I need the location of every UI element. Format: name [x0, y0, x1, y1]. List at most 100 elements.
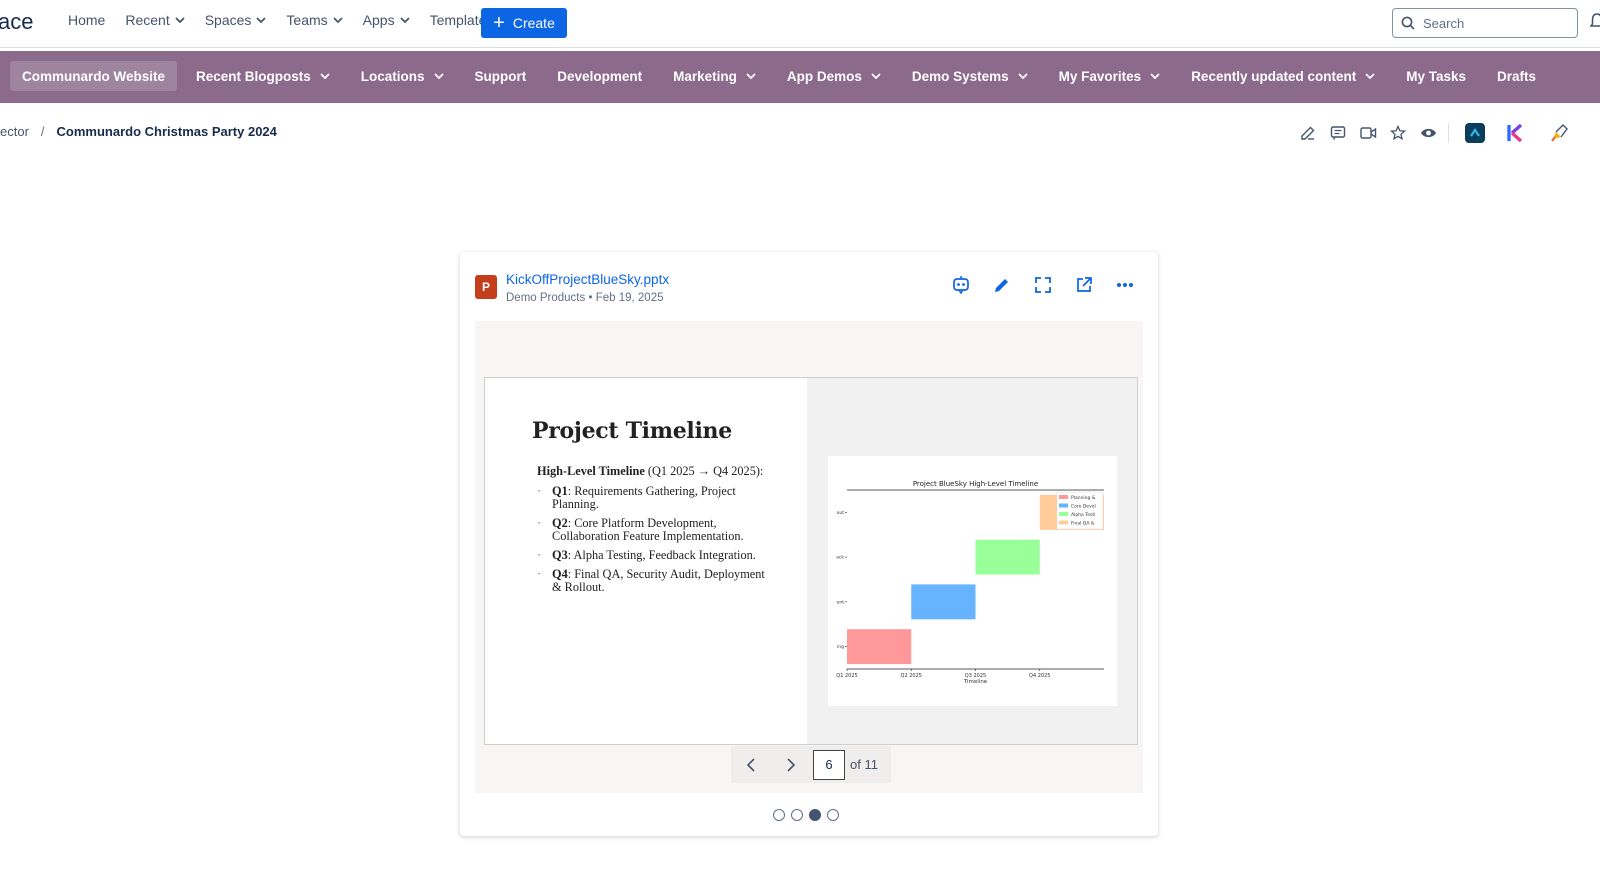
watch-eye-icon[interactable]: [1418, 123, 1438, 143]
space-nav-label: Support: [474, 68, 527, 84]
more-options-icon[interactable]: [1114, 274, 1136, 296]
space-nav-marketing[interactable]: Marketing: [661, 61, 768, 91]
space-nav-label: Drafts: [1497, 68, 1537, 84]
create-button[interactable]: + Create: [481, 8, 567, 38]
slide-bullet: Q2: Core Platform Development, Collabora…: [537, 517, 773, 543]
app-logo-dark-icon[interactable]: [1465, 123, 1485, 143]
space-nav-communardo-website[interactable]: Communardo Website: [10, 61, 178, 91]
fullscreen-icon[interactable]: [1032, 274, 1054, 296]
comment-icon[interactable]: [1328, 123, 1348, 143]
page-number-input[interactable]: 6: [813, 749, 845, 780]
space-nav-demo-systems[interactable]: Demo Systems: [900, 61, 1040, 91]
product-logo[interactable]: ace: [0, 9, 33, 35]
top-nav-recent[interactable]: Recent: [125, 12, 185, 28]
chart-bar-alpha-testi: [975, 539, 1040, 575]
chart-bar-core-devel: [911, 584, 976, 620]
chart-y-tick-label: out: [837, 510, 845, 516]
slide-bullet-text: : Final QA, Security Audit, Deployment &…: [552, 567, 765, 594]
timeline-chart-svg: Project BlueSky High-Level Timeline Q1 20…: [836, 480, 1104, 685]
search-input[interactable]: Search: [1392, 8, 1578, 38]
chevron-down-icon: [320, 72, 330, 79]
top-nav-label: Spaces: [204, 12, 252, 28]
top-navigation: ace Home Recent Spaces Teams Apps Templates +…: [0, 0, 1600, 48]
slide-bullet-quarter: Q2: [552, 516, 568, 530]
breadcrumb: ector / Communardo Christmas Party 2024: [0, 124, 277, 139]
page-toolbar: [1298, 123, 1579, 143]
app-logo-k-icon[interactable]: [1505, 123, 1525, 143]
app-logo-brush-icon[interactable]: [1549, 123, 1569, 143]
slide-intro-rest: (Q1 2025 → Q4 2025):: [644, 464, 764, 478]
top-nav-spaces[interactable]: Spaces: [205, 12, 267, 28]
chart-title: Project BlueSky High-Level Timeline: [913, 480, 1038, 488]
chevron-left-icon: [746, 757, 755, 772]
chart-x-tick-label: Q1 2025: [836, 673, 857, 679]
slide-bullet-text: : Alpha Testing, Feedback Integration.: [567, 548, 756, 562]
toolbar-divider: [1448, 123, 1449, 143]
edit-pencil-icon[interactable]: [991, 274, 1013, 296]
carousel-dot[interactable]: [773, 809, 785, 821]
search-icon: [1401, 16, 1415, 30]
space-nav-label: My Favorites: [1058, 68, 1142, 84]
file-space: Demo Products: [506, 292, 586, 304]
space-nav-recent-blogposts[interactable]: Recent Blogposts: [184, 61, 342, 91]
top-nav-apps[interactable]: Apps: [363, 12, 410, 28]
breadcrumb-parent[interactable]: ector: [0, 124, 29, 139]
meta-separator: •: [588, 292, 593, 304]
chevron-down-icon: [1365, 72, 1375, 79]
chart-x-label: Timeline: [963, 679, 988, 685]
powerpoint-file-icon: P: [475, 275, 497, 299]
space-nav-label: Development: [557, 68, 643, 84]
chevron-down-icon: [175, 16, 185, 23]
chart-x-tick-label: Q4 2025: [1029, 673, 1050, 679]
space-nav-label: Recently updated content: [1191, 68, 1357, 84]
top-nav-home[interactable]: Home: [68, 12, 105, 28]
space-nav-development[interactable]: Development: [545, 61, 654, 91]
slide-bullet-text: : Core Platform Development, Collaborati…: [552, 516, 744, 543]
carousel-dots: [773, 809, 845, 821]
carousel-dot[interactable]: [809, 809, 821, 821]
chart-y-tick-label: ent: [837, 599, 845, 605]
slide-title: Project Timeline: [532, 418, 732, 444]
space-nav-drafts[interactable]: Drafts: [1485, 61, 1548, 91]
carousel-dot[interactable]: [827, 809, 839, 821]
file-name-link[interactable]: KickOffProjectBlueSky.pptx: [506, 272, 669, 287]
space-nav-support[interactable]: Support: [463, 61, 539, 91]
ai-assistant-icon[interactable]: [950, 274, 972, 296]
top-nav-label: Teams: [286, 12, 328, 28]
space-nav-my-tasks[interactable]: My Tasks: [1394, 61, 1478, 91]
chevron-down-icon: [871, 72, 881, 79]
space-nav-recently-updated-content[interactable]: Recently updated content: [1179, 61, 1387, 91]
space-nav-app-demos[interactable]: App Demos: [775, 61, 893, 91]
space-nav-my-favorites[interactable]: My Favorites: [1047, 61, 1173, 91]
chart-legend-label: Final QA &: [1071, 521, 1095, 527]
previous-slide-button[interactable]: [731, 746, 771, 783]
edit-icon[interactable]: [1298, 123, 1318, 143]
space-nav-label: Recent Blogposts: [196, 68, 311, 84]
chart-legend-swatch: [1059, 495, 1068, 499]
open-external-icon[interactable]: [1073, 274, 1095, 296]
chart-legend-label: Planning &: [1071, 495, 1096, 501]
chart-y-tick-label: ack: [836, 555, 844, 561]
file-embed-card: P KickOffProjectBlueSky.pptx Demo Produc…: [460, 252, 1158, 836]
space-nav-label: App Demos: [786, 68, 862, 84]
slide-bullet-quarter: Q3: [552, 548, 568, 562]
video-icon[interactable]: [1358, 123, 1378, 143]
chart-x-tick-label: Q2 2025: [901, 673, 922, 679]
top-nav-teams[interactable]: Teams: [286, 12, 343, 28]
presentation-viewer: Project Timeline High-Level Timeline (Q1…: [475, 321, 1143, 793]
next-slide-button[interactable]: [771, 746, 811, 783]
notifications-icon[interactable]: [1590, 13, 1600, 31]
slide-bullets: Q1: Requirements Gathering, Project Plan…: [537, 485, 773, 594]
chevron-down-icon: [256, 16, 267, 23]
chart-y-tick-label: ing: [837, 644, 844, 650]
carousel-dot[interactable]: [791, 809, 803, 821]
space-nav-locations[interactable]: Locations: [349, 61, 456, 91]
create-label: Create: [512, 15, 555, 31]
space-nav-label: Locations: [360, 68, 425, 84]
slide-intro-bold: High-Level Timeline: [537, 464, 645, 478]
top-nav-menu: Home Recent Spaces Teams Apps Templates: [68, 12, 513, 28]
star-icon[interactable]: [1388, 123, 1408, 143]
chevron-down-icon: [1018, 72, 1028, 79]
chevron-down-icon: [333, 16, 343, 23]
top-nav-label: Apps: [362, 12, 395, 28]
